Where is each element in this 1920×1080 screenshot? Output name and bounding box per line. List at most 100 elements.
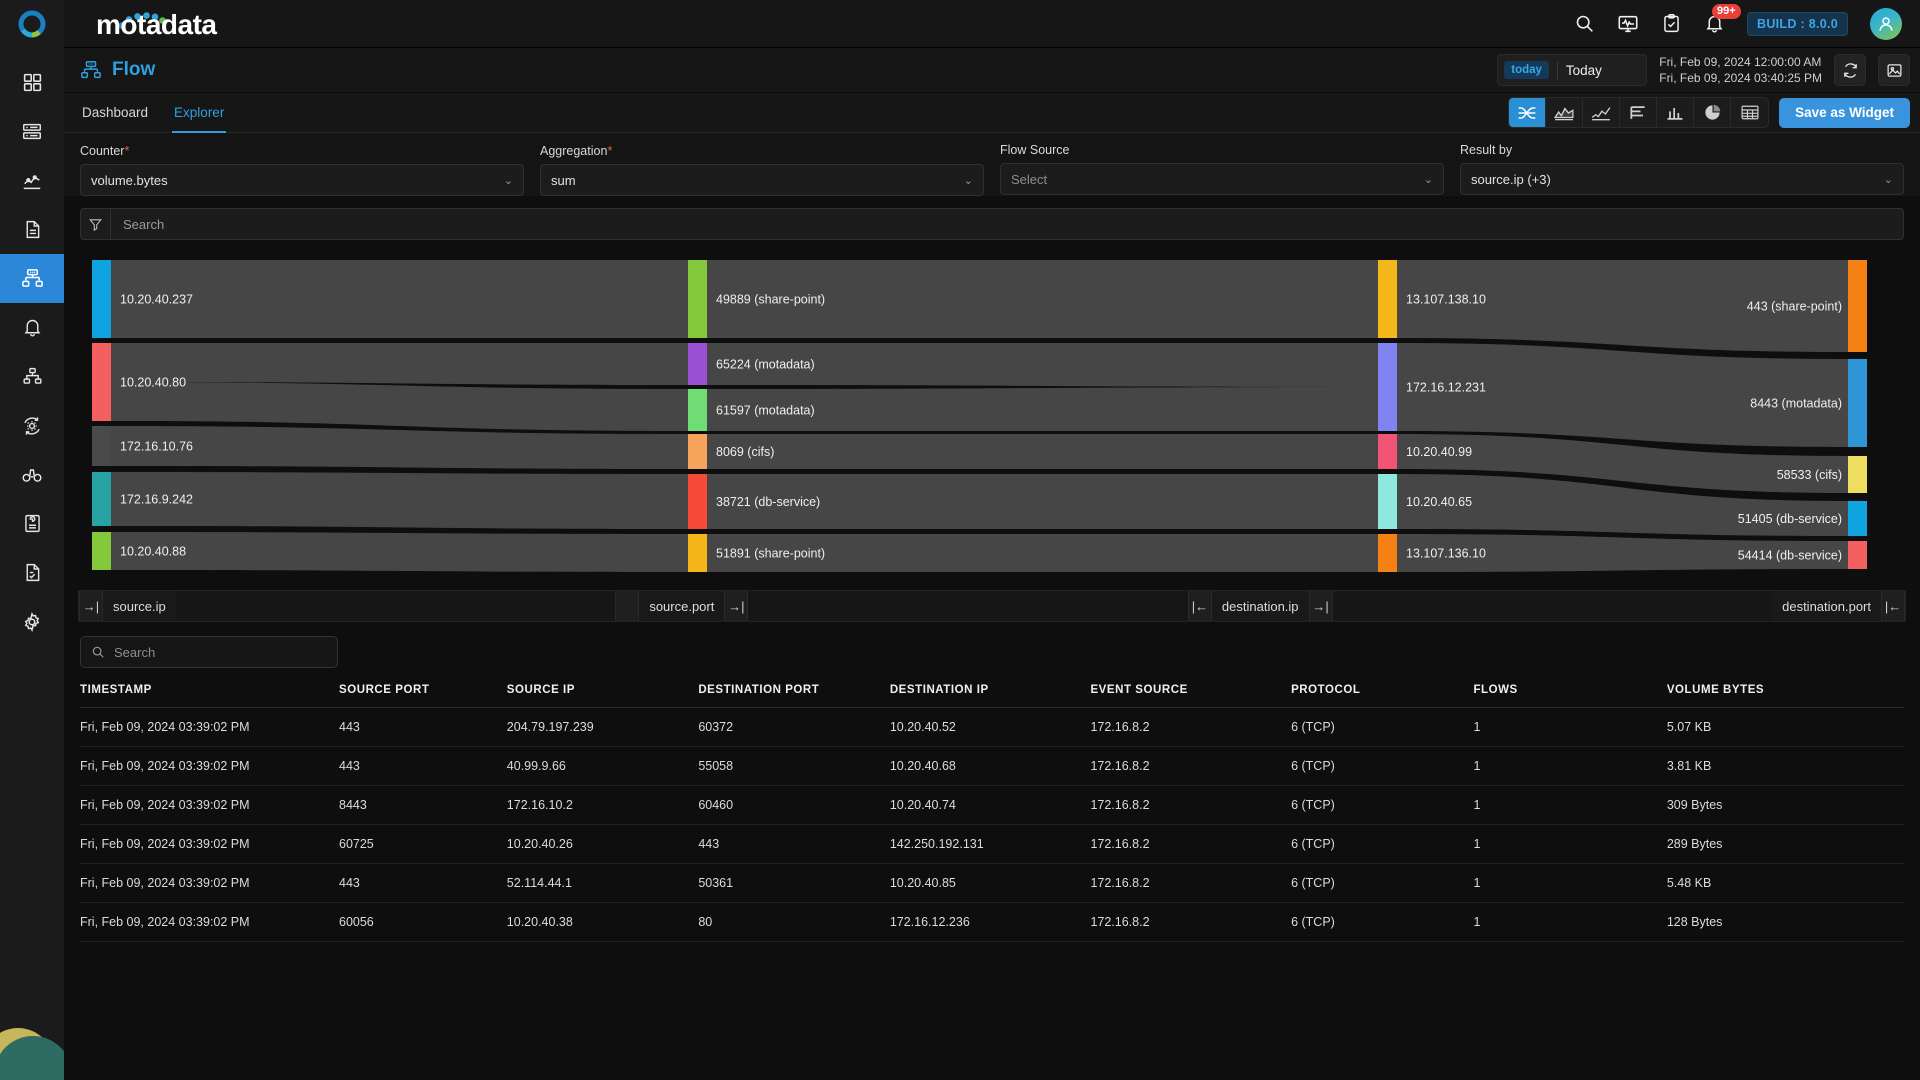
sankey-node[interactable] xyxy=(1378,474,1397,529)
monitor-pulse-icon[interactable] xyxy=(1617,13,1639,35)
sankey-node[interactable] xyxy=(92,472,111,526)
sankey-node[interactable] xyxy=(688,389,707,431)
table-column-header[interactable]: EVENT SOURCE xyxy=(1090,684,1291,708)
table-cell: 172.16.8.2 xyxy=(1090,825,1291,864)
sidebar-item-settings[interactable] xyxy=(0,597,64,646)
sankey-node[interactable] xyxy=(688,260,707,338)
sankey-link[interactable] xyxy=(111,472,688,529)
date-range-picker[interactable]: today Today xyxy=(1497,54,1647,86)
sankey-node[interactable] xyxy=(92,343,111,421)
axis-label-source-ip[interactable]: source.ip xyxy=(103,591,176,621)
sankey-node[interactable] xyxy=(1378,434,1397,469)
axis-handle-right-3[interactable]: →| xyxy=(1309,591,1333,621)
sankey-node[interactable] xyxy=(1848,541,1867,569)
table-row[interactable]: Fri, Feb 09, 2024 03:39:02 PM8443172.16.… xyxy=(80,786,1904,825)
refresh-button[interactable] xyxy=(1834,54,1866,86)
tab-explorer[interactable]: Explorer xyxy=(172,93,226,133)
table-search-input[interactable]: Search xyxy=(114,645,155,660)
axis-handle-left-1[interactable]: →| xyxy=(79,591,103,621)
table-row[interactable]: Fri, Feb 09, 2024 03:39:02 PM443204.79.1… xyxy=(80,708,1904,747)
counter-select[interactable]: volume.bytes ⌄ xyxy=(80,164,524,196)
sankey-node[interactable] xyxy=(1378,260,1397,338)
sankey-node[interactable] xyxy=(1848,501,1867,536)
viz-table[interactable] xyxy=(1731,98,1768,127)
sankey-node[interactable] xyxy=(688,343,707,385)
sidebar-item-dashboard[interactable] xyxy=(0,58,64,107)
sankey-node[interactable] xyxy=(92,260,111,338)
viz-sankey[interactable] xyxy=(1509,98,1546,127)
sankey-link[interactable] xyxy=(111,532,688,572)
sankey-link[interactable] xyxy=(111,382,688,431)
sankey-link[interactable] xyxy=(1397,343,1848,447)
filter-search-input[interactable]: Search xyxy=(111,217,164,232)
viz-area[interactable] xyxy=(1546,98,1583,127)
sankey-link[interactable] xyxy=(111,260,688,338)
sankey-node[interactable] xyxy=(1848,260,1867,352)
viz-pie[interactable] xyxy=(1694,98,1731,127)
snapshot-button[interactable] xyxy=(1878,54,1910,86)
axis-label-source-port[interactable]: source.port xyxy=(639,591,724,621)
result-by-select[interactable]: source.ip (+3) ⌄ xyxy=(1460,163,1904,195)
sankey-node-label: 172.16.10.76 xyxy=(120,440,193,454)
sankey-node[interactable] xyxy=(92,532,111,570)
sankey-node[interactable] xyxy=(688,434,707,469)
tab-dashboard[interactable]: Dashboard xyxy=(80,93,150,133)
table-row[interactable]: Fri, Feb 09, 2024 03:39:02 PM6005610.20.… xyxy=(80,903,1904,942)
axis-handle-left-2[interactable] xyxy=(615,591,639,621)
table-search-bar[interactable]: Search xyxy=(80,636,338,668)
sankey-node[interactable] xyxy=(1848,456,1867,493)
table-row[interactable]: Fri, Feb 09, 2024 03:39:02 PM44340.99.9.… xyxy=(80,747,1904,786)
axis-label-destination-port[interactable]: destination.port xyxy=(1772,591,1881,621)
sankey-node-label: 8443 (motadata) xyxy=(1750,397,1842,411)
sankey-svg[interactable]: 10.20.40.23710.20.40.80172.16.10.76172.1… xyxy=(78,256,1906,586)
sankey-link[interactable] xyxy=(707,434,1378,469)
sankey-node[interactable] xyxy=(688,534,707,572)
sankey-node[interactable] xyxy=(1848,359,1867,447)
viz-hbar[interactable] xyxy=(1620,98,1657,127)
sidebar-item-infrastructure[interactable] xyxy=(0,107,64,156)
counter-field: Counter* volume.bytes ⌄ xyxy=(80,143,524,196)
axis-handle-left-3[interactable]: |← xyxy=(1188,591,1212,621)
funnel-icon[interactable] xyxy=(81,209,111,239)
table-row[interactable]: Fri, Feb 09, 2024 03:39:02 PM44352.114.4… xyxy=(80,864,1904,903)
sidebar-item-logs[interactable] xyxy=(0,205,64,254)
table-column-header[interactable]: PROTOCOL xyxy=(1291,684,1473,708)
table-column-header[interactable]: DESTINATION PORT xyxy=(698,684,890,708)
sidebar-logo[interactable] xyxy=(0,0,64,48)
sidebar-item-compliance[interactable] xyxy=(0,548,64,597)
viz-line[interactable] xyxy=(1583,98,1620,127)
axis-handle-right-2[interactable]: →| xyxy=(724,591,748,621)
bell-icon[interactable]: 99+ xyxy=(1704,13,1725,34)
table-column-header[interactable]: FLOWS xyxy=(1473,684,1666,708)
flow-source-select[interactable]: Select ⌄ xyxy=(1000,163,1444,195)
clipboard-check-icon[interactable] xyxy=(1661,13,1682,34)
sankey-node[interactable] xyxy=(1378,534,1397,572)
sidebar-item-reports[interactable] xyxy=(0,499,64,548)
sankey-node[interactable] xyxy=(688,474,707,529)
table-row[interactable]: Fri, Feb 09, 2024 03:39:02 PM6072510.20.… xyxy=(80,825,1904,864)
sidebar-item-automation[interactable] xyxy=(0,401,64,450)
axis-handle-right-4[interactable]: |← xyxy=(1881,591,1905,621)
filter-search-bar[interactable]: Search xyxy=(80,208,1904,240)
table-cell: 443 xyxy=(339,708,507,747)
viz-vbar[interactable] xyxy=(1657,98,1694,127)
aggregation-select[interactable]: sum ⌄ xyxy=(540,164,984,196)
sidebar-item-discovery[interactable] xyxy=(0,450,64,499)
avatar[interactable] xyxy=(1870,8,1902,40)
table-column-header[interactable]: SOURCE PORT xyxy=(339,684,507,708)
sankey-node[interactable] xyxy=(1378,343,1397,431)
sidebar-item-metrics[interactable] xyxy=(0,156,64,205)
sidebar-item-alerts[interactable] xyxy=(0,303,64,352)
table-column-header[interactable]: DESTINATION IP xyxy=(890,684,1091,708)
table-column-header[interactable]: SOURCE IP xyxy=(507,684,699,708)
table-column-header[interactable]: TIMESTAMP xyxy=(80,684,339,708)
sankey-link[interactable] xyxy=(111,343,688,385)
sidebar-item-topology[interactable] xyxy=(0,352,64,401)
axis-label-destination-ip[interactable]: destination.ip xyxy=(1212,591,1309,621)
sidebar-item-flow[interactable] xyxy=(0,254,64,303)
sankey-node[interactable] xyxy=(92,426,111,466)
table-column-header[interactable]: VOLUME BYTES xyxy=(1667,684,1904,708)
save-as-widget-button[interactable]: Save as Widget xyxy=(1779,98,1910,128)
search-icon[interactable] xyxy=(1574,13,1595,34)
sankey-link[interactable] xyxy=(111,426,688,469)
